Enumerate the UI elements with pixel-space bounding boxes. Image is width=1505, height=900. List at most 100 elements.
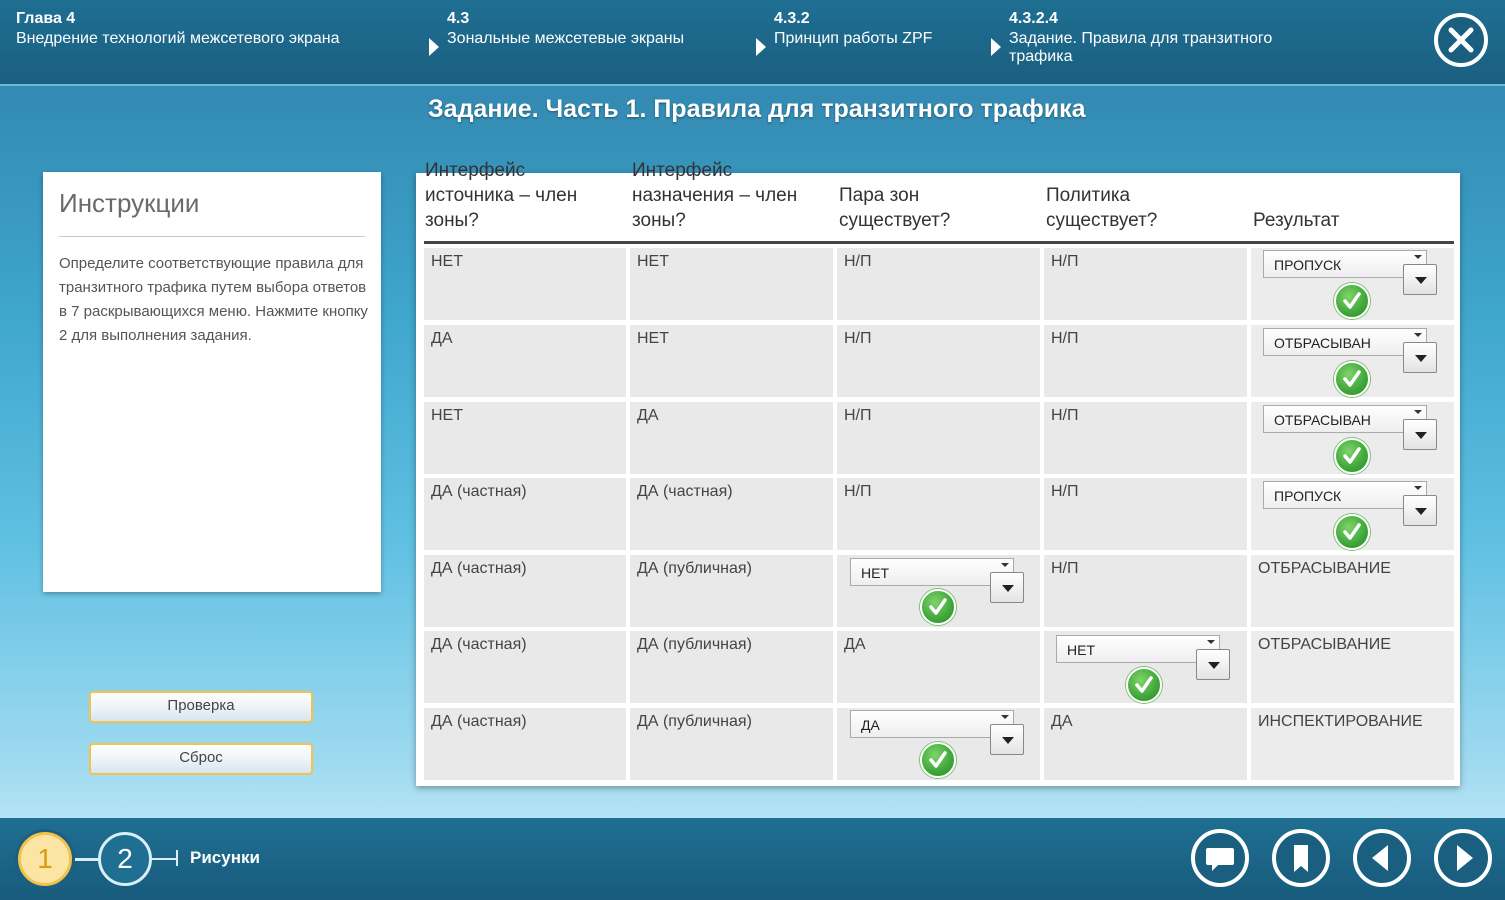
breadcrumb-chapter-number: Глава 4 [16,10,76,27]
header-source-interface: Интерфейс источника – член зоны? [425,160,578,231]
check-icon [920,589,956,625]
cell-zone-pair: Н/П [837,478,1040,550]
cell-zone-pair: Н/П [837,325,1040,397]
page-title: Задание. Часть 1. Правила для транзитног… [428,95,1086,123]
zone-pair-dropdown[interactable]: ДА [850,710,1024,755]
instructions-panel: Инструкции Определите соответствующие пр… [43,172,381,592]
cell-source: ДА (частная) [424,555,626,627]
cell-destination: ДА (публичная) [630,555,833,627]
reset-button[interactable]: Сброс [89,743,313,775]
chevron-down-icon[interactable] [1403,419,1437,450]
cell-source: ДА [424,325,626,397]
top-navigation-bar: Глава 4 Внедрение технологий межсетевого… [0,0,1505,86]
breadcrumb-topic[interactable]: 4.3.2.4 Задание. Правила для транзитного… [991,10,1339,66]
chevron-down-icon[interactable] [1403,342,1437,373]
instructions-text: Определите соответствующие правила для т… [59,255,368,344]
figures-link[interactable]: Рисунки [190,848,260,868]
cell-source: ДА (частная) [424,708,626,780]
chevron-down-icon[interactable] [1196,649,1230,680]
cell-policy: Н/П [1044,555,1247,627]
step-1-button[interactable]: 1 [18,832,72,886]
header-destination-interface: Интерфейс назначения – член зоны? [632,160,798,231]
cell-source: НЕТ [424,402,626,474]
check-icon [1126,667,1162,703]
cell-result: ПРОПУСК [1251,478,1454,550]
step-connector-end [176,850,178,866]
check-icon [1334,514,1370,550]
cell-source: ДА (частная) [424,631,626,703]
check-icon [1334,438,1370,474]
cell-result: ОТБРАСЫВАН [1251,325,1454,397]
cell-destination: ДА (публичная) [630,708,833,780]
breadcrumb-chapter-title: Внедрение технологий межсетевого экрана [16,30,340,47]
prev-arrow-icon [1372,845,1388,871]
next-button[interactable] [1434,829,1492,887]
result-dropdown[interactable]: ПРОПУСК [1263,481,1437,526]
breadcrumb-subsection-number: 4.3.2 [774,10,810,27]
previous-button[interactable] [1353,829,1411,887]
cell-policy: Н/П [1044,325,1247,397]
bookmark-icon [1294,845,1308,872]
next-arrow-icon [1457,845,1473,871]
cell-result: ОТБРАСЫВАНИЕ [1251,631,1454,703]
cell-result: ПРОПУСК [1251,248,1454,320]
breadcrumb-topic-number: 4.3.2.4 [1009,10,1058,27]
check-icon [1334,283,1370,319]
cell-zone-pair: ДА [837,708,1040,780]
result-dropdown[interactable]: ОТБРАСЫВАН [1263,405,1437,450]
cell-destination: ДА (частная) [630,478,833,550]
cell-destination: НЕТ [630,325,833,397]
step-2-button[interactable]: 2 [98,832,152,886]
result-dropdown[interactable]: ПРОПУСК [1263,250,1437,295]
breadcrumb-section-title: Зональные межсетевые экраны [447,30,685,47]
bookmark-button[interactable] [1272,829,1330,887]
cell-result: ОТБРАСЫВАН [1251,402,1454,474]
cell-policy: Н/П [1044,402,1247,474]
cell-destination: ДА (публичная) [630,631,833,703]
cell-result: ИНСПЕКТИРОВАНИЕ [1251,708,1454,780]
cell-policy: ДА [1044,708,1247,780]
breadcrumb-section[interactable]: 4.3 Зональные межсетевые экраны [429,10,687,56]
cell-policy: НЕТ [1044,631,1247,703]
cell-result: ОТБРАСЫВАНИЕ [1251,555,1454,627]
result-dropdown[interactable]: ОТБРАСЫВАН [1263,328,1437,373]
breadcrumb-arrow-icon [991,38,1001,56]
check-button[interactable]: Проверка [89,691,313,723]
check-icon [920,742,956,778]
breadcrumb-subsection-title: Принцип работы ZPF [774,30,933,47]
chevron-down-icon[interactable] [1403,495,1437,526]
chevron-down-icon[interactable] [1403,264,1437,295]
header-zone-pair: Пара зон существует? [839,185,951,231]
cell-destination: ДА [630,402,833,474]
chevron-down-icon[interactable] [990,724,1024,755]
cell-policy: Н/П [1044,478,1247,550]
cell-destination: НЕТ [630,248,833,320]
breadcrumb-chapter[interactable]: Глава 4 Внедрение технологий межсетевого… [16,10,376,48]
instructions-heading: Инструкции [59,188,200,218]
breadcrumb-topic-title: Задание. Правила для транзитного трафика [1009,30,1273,65]
step-connector [70,858,100,861]
cell-source: НЕТ [424,248,626,320]
breadcrumb-subsection[interactable]: 4.3.2 Принцип работы ZPF [756,10,944,56]
cell-zone-pair: Н/П [837,402,1040,474]
rules-table: Интерфейс источника – член зоны? Интерфе… [416,160,1460,786]
zone-pair-dropdown[interactable]: НЕТ [850,558,1024,603]
cell-policy: Н/П [1044,248,1247,320]
cell-source: ДА (частная) [424,478,626,550]
step-connector [152,858,178,860]
breadcrumb-section-number: 4.3 [447,10,470,27]
header-divider [424,241,1454,244]
chevron-down-icon[interactable] [990,572,1024,603]
breadcrumb-arrow-icon [756,38,766,56]
policy-dropdown[interactable]: НЕТ [1056,635,1230,680]
chat-button[interactable] [1191,829,1249,887]
cell-zone-pair: ДА [837,631,1040,703]
check-icon [1334,361,1370,397]
cell-zone-pair: Н/П [837,248,1040,320]
cell-zone-pair: НЕТ [837,555,1040,627]
chat-icon [1206,848,1234,871]
close-button[interactable] [1434,13,1488,67]
header-result: Результат [1253,210,1340,231]
close-icon [1448,27,1474,53]
instructions-divider [59,236,365,237]
